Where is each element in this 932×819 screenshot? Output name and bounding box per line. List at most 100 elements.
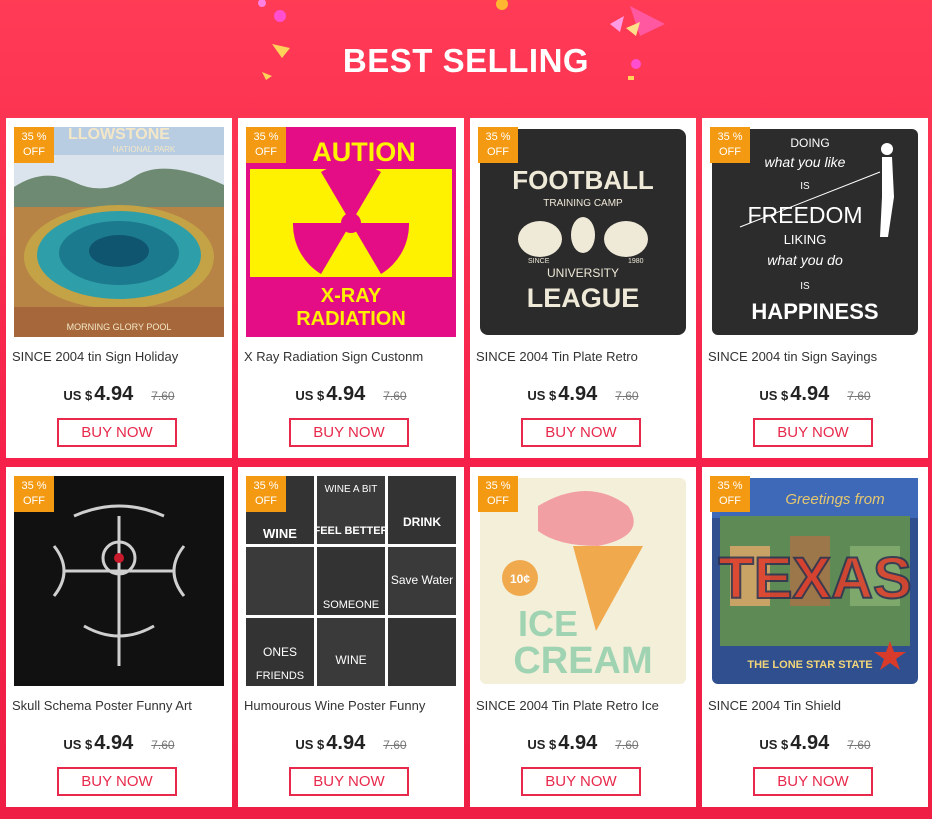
image-text: DOING [790,136,829,150]
image-text: IS [800,281,810,292]
image-text: WINE A BIT [325,484,378,495]
price: 4.94 [326,732,366,754]
discount-badge: 35 % OFF [246,476,286,512]
image-text: AUTION [312,137,416,167]
header-banner: BEST SELLING [0,0,932,118]
discount-badge: 35 % OFF [478,476,518,512]
old-price: 7.60 [383,738,407,752]
currency: US $ [295,737,325,752]
product-card[interactable]: WINE A BIT FEEL BETTER DRINK WINE SOMEON… [238,467,464,807]
discount-badge: 35 % OFF [246,127,286,163]
product-card[interactable]: FOOTBALL TRAINING CAMP SINCE 1980 UNIVER… [470,118,696,458]
price-row: US $4.94 7.60 [702,383,928,406]
image-text: X-RAY [321,285,382,307]
price-row: US $4.94 7.60 [238,383,464,406]
price-row: US $4.94 7.60 [6,732,232,755]
product-name[interactable]: SINCE 2004 Tin Shield [708,698,922,713]
currency: US $ [295,388,325,403]
price: 4.94 [790,732,830,754]
image-text: what you do [767,252,843,268]
price: 4.94 [326,383,366,405]
old-price: 7.60 [151,389,175,403]
buy-now-button[interactable]: BUY NOW [753,418,873,447]
buy-now-button[interactable]: BUY NOW [521,418,641,447]
image-text: FOOTBALL [512,165,654,195]
old-price: 7.60 [615,738,639,752]
old-price: 7.60 [847,738,871,752]
image-text: RADIATION [296,308,406,330]
discount-badge: 35 % OFF [14,476,54,512]
image-text: HAPPINESS [751,299,878,324]
discount-badge: 35 % OFF [14,127,54,163]
currency: US $ [527,737,557,752]
product-card[interactable]: DOING what you like IS FREEDOM LIKING wh… [702,118,928,458]
image-text: FREEDOM [748,202,863,228]
image-text: what you like [765,154,846,170]
buy-now-button[interactable]: BUY NOW [521,767,641,796]
image-text: Greetings from [785,491,884,508]
image-text: 10¢ [510,572,530,586]
image-text: MORNING GLORY POOL [67,322,172,332]
image-text: TEXAS [718,546,911,611]
currency: US $ [63,388,93,403]
image-text: ONES [263,645,297,659]
buy-now-button[interactable]: BUY NOW [57,767,177,796]
price-row: US $4.94 7.60 [6,383,232,406]
product-name[interactable]: Skull Schema Poster Funny Art [12,698,226,713]
image-text: WINE [335,653,366,667]
price: 4.94 [94,383,134,405]
image-text: NATIONAL PARK [113,145,176,154]
product-name[interactable]: SINCE 2004 tin Sign Holiday [12,349,226,364]
old-price: 7.60 [615,389,639,403]
product-card[interactable]: Greetings from TEXAS THE LONE STAR STATE… [702,467,928,807]
product-card[interactable]: LLOWSTONE NATIONAL PARK MORNING GLORY PO… [6,118,232,458]
image-text: TRAINING CAMP [543,198,623,209]
price: 4.94 [558,732,598,754]
image-text: DRINK [403,515,441,529]
product-name[interactable]: Humourous Wine Poster Funny [244,698,458,713]
image-text: Save Water [391,573,453,587]
discount-badge: 35 % OFF [478,127,518,163]
product-name[interactable]: SINCE 2004 Tin Plate Retro [476,349,690,364]
image-text: ICE [518,603,578,644]
price: 4.94 [94,732,134,754]
image-text: WINE [263,526,297,541]
price-row: US $4.94 7.60 [470,383,696,406]
buy-now-button[interactable]: BUY NOW [57,418,177,447]
image-text: THE LONE STAR STATE [747,659,872,671]
price-row: US $4.94 7.60 [702,732,928,755]
discount-badge: 35 % OFF [710,127,750,163]
price: 4.94 [558,383,598,405]
old-price: 7.60 [151,738,175,752]
buy-now-button[interactable]: BUY NOW [289,418,409,447]
image-text: CREAM [513,640,652,682]
product-name[interactable]: SINCE 2004 Tin Plate Retro Ice [476,698,690,713]
product-name[interactable]: SINCE 2004 tin Sign Sayings [708,349,922,364]
old-price: 7.60 [847,389,871,403]
product-card[interactable]: 10¢ ICE CREAM 35 % OFF SINCE 2004 Tin Pla… [470,467,696,807]
image-text: IS [800,181,810,192]
currency: US $ [759,737,789,752]
price-row: US $4.94 7.60 [470,732,696,755]
currency: US $ [63,737,93,752]
image-text: LLOWSTONE [68,127,170,143]
image-text: 1980 [628,258,644,265]
product-card[interactable]: 35 % OFF Skull Schema Poster Funny Art US… [6,467,232,807]
image-text: FEEL BETTER [314,525,389,537]
price-row: US $4.94 7.60 [238,732,464,755]
discount-badge: 35 % OFF [710,476,750,512]
old-price: 7.60 [383,389,407,403]
image-text: LEAGUE [527,283,640,313]
image-text: SINCE [528,258,550,265]
currency: US $ [527,388,557,403]
page-title: BEST SELLING [342,42,590,79]
image-text: FRIENDS [256,670,304,682]
price: 4.94 [790,383,830,405]
currency: US $ [759,388,789,403]
product-card[interactable]: AUTION X-RAY RADIATION 35 % OFF X Ray Rad… [238,118,464,458]
buy-now-button[interactable]: BUY NOW [753,767,873,796]
buy-now-button[interactable]: BUY NOW [289,767,409,796]
image-text: UNIVERSITY [547,266,619,280]
product-name[interactable]: X Ray Radiation Sign Custonm [244,349,458,364]
image-text: SOMEONE [323,599,379,611]
